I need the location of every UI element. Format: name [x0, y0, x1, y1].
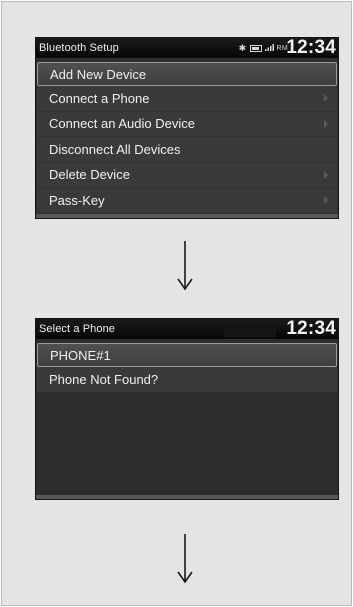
select-phone-screen: Select a Phone 12:34 PHONE#1 Phone Not F… — [35, 318, 339, 500]
screen-title: Select a Phone — [39, 323, 116, 335]
chevron-right-icon — [324, 170, 328, 179]
screen-bottom-strip — [36, 495, 338, 499]
screen-bottom-strip — [36, 214, 338, 218]
menu-item-label: Add New Device — [50, 66, 147, 82]
menu-item-label: Pass-Key — [49, 192, 105, 208]
clock: 12:34 — [286, 37, 336, 58]
status-area — [224, 322, 276, 337]
down-arrow-icon — [177, 241, 193, 291]
chevron-right-icon — [324, 94, 328, 102]
list-item-phone-not-found[interactable]: Phone Not Found? — [37, 367, 337, 393]
bluetooth-menu: Add New Device Connect a Phone Connect a… — [36, 62, 338, 214]
chevron-right-icon — [324, 119, 328, 128]
signal-icon — [264, 44, 274, 53]
menu-item-connect-audio-device[interactable]: Connect an Audio Device — [37, 111, 337, 137]
menu-item-add-new-device[interactable]: Add New Device — [37, 62, 337, 86]
list-item-label: Phone Not Found? — [49, 371, 159, 387]
status-bar: Select a Phone 12:34 — [36, 319, 338, 339]
list-item-phone-1[interactable]: PHONE#1 — [37, 343, 337, 367]
clock: 12:34 — [286, 318, 336, 339]
phone-list: PHONE#1 Phone Not Found? — [36, 343, 338, 393]
menu-item-connect-a-phone[interactable]: Connect a Phone — [37, 86, 337, 112]
status-icons: ✱ RM — [239, 43, 288, 54]
screen-title: Bluetooth Setup — [39, 42, 119, 54]
chevron-right-icon — [324, 196, 328, 204]
battery-icon — [249, 45, 262, 52]
down-arrow-icon — [177, 534, 193, 584]
instruction-panel: Bluetooth Setup ✱ RM 12:34 Add New Devic… — [1, 1, 352, 606]
bluetooth-setup-screen: Bluetooth Setup ✱ RM 12:34 Add New Devic… — [35, 37, 339, 219]
bluetooth-icon: ✱ — [238, 43, 247, 53]
menu-item-label: Disconnect All Devices — [49, 141, 181, 157]
menu-item-label: Connect a Phone — [49, 90, 150, 106]
menu-item-pass-key[interactable]: Pass-Key — [37, 188, 337, 214]
menu-item-disconnect-all-devices[interactable]: Disconnect All Devices — [37, 137, 337, 163]
list-item-label: PHONE#1 — [50, 347, 111, 363]
menu-item-delete-device[interactable]: Delete Device — [37, 162, 337, 188]
menu-item-label: Delete Device — [49, 167, 130, 183]
menu-item-label: Connect an Audio Device — [49, 116, 195, 132]
status-bar: Bluetooth Setup ✱ RM 12:34 — [36, 38, 338, 58]
